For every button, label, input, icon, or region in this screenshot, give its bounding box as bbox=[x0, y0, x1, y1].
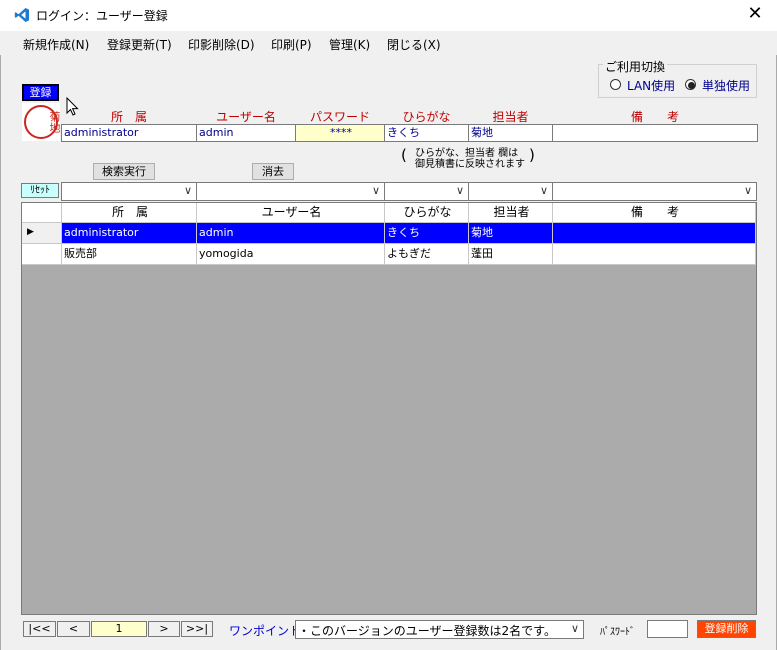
close-button[interactable]: ✕ bbox=[744, 3, 766, 25]
chevron-down-icon: ∨ bbox=[743, 184, 752, 197]
hint-bracket-right: ) bbox=[529, 146, 535, 164]
first-record-button[interactable]: |<< bbox=[23, 621, 56, 637]
department-filter[interactable]: ∨ bbox=[61, 182, 197, 201]
username-input[interactable]: admin bbox=[196, 124, 296, 142]
tip-text: ・このバージョンのユーザー登録数は2名です。 bbox=[298, 624, 556, 638]
grid-header-department[interactable]: 所 属 bbox=[62, 203, 197, 223]
window-title: ログイン：ユーザー登録 bbox=[36, 9, 168, 23]
header-note: 備 考 bbox=[630, 110, 679, 124]
menu-admin[interactable]: 管理(K) bbox=[329, 36, 370, 53]
note-input[interactable] bbox=[552, 124, 758, 142]
lan-radio-label[interactable]: LAN使用 bbox=[627, 77, 675, 94]
hiragana-filter[interactable]: ∨ bbox=[384, 182, 469, 201]
chevron-down-icon: ∨ bbox=[570, 622, 579, 635]
seal-text: 菊地 bbox=[48, 111, 61, 133]
chevron-down-icon: ∨ bbox=[183, 184, 192, 197]
password-input[interactable]: **** bbox=[295, 124, 385, 142]
chevron-down-icon: ∨ bbox=[455, 184, 464, 197]
standalone-radio[interactable] bbox=[685, 79, 696, 90]
footer-password-label: ﾊﾟｽﾜｰﾄﾞ bbox=[600, 627, 635, 638]
tip-dropdown[interactable]: ・このバージョンのユーザー登録数は2名です。 ∨ bbox=[295, 620, 584, 639]
menu-print[interactable]: 印刷(P) bbox=[271, 36, 312, 53]
row-selector[interactable]: ▶ bbox=[22, 223, 62, 244]
hint-bracket-left: ( bbox=[401, 146, 407, 164]
row-pointer-icon: ▶ bbox=[27, 227, 34, 237]
username-filter[interactable]: ∨ bbox=[196, 182, 385, 201]
row-department[interactable]: administrator bbox=[62, 223, 197, 244]
row-person[interactable]: 蓬田 bbox=[469, 244, 553, 265]
header-hiragana: ひらがな bbox=[402, 110, 451, 124]
hiragana-input[interactable]: きくち bbox=[384, 124, 469, 142]
header-username: ユーザー名 bbox=[216, 110, 276, 124]
department-input[interactable]: administrator bbox=[61, 124, 197, 142]
clear-button[interactable]: 消去 bbox=[252, 163, 294, 180]
search-button[interactable]: 検索実行 bbox=[93, 163, 155, 180]
hint-line-2: 御見積書に反映されます bbox=[415, 159, 525, 170]
header-password: パスワード bbox=[309, 110, 370, 124]
delete-registration-button[interactable]: 登録削除 bbox=[697, 620, 756, 638]
lan-radio[interactable] bbox=[610, 79, 621, 90]
menu-new[interactable]: 新規作成(N) bbox=[23, 36, 89, 53]
row-selector[interactable] bbox=[22, 244, 62, 265]
note-filter[interactable]: ∨ bbox=[552, 182, 757, 201]
chevron-down-icon: ∨ bbox=[539, 184, 548, 197]
chevron-down-icon: ∨ bbox=[371, 184, 380, 197]
register-button[interactable]: 登録 bbox=[22, 84, 59, 101]
standalone-radio-label[interactable]: 単独使用 bbox=[702, 77, 750, 94]
next-record-button[interactable]: > bbox=[148, 621, 180, 637]
menu-update[interactable]: 登録更新(T) bbox=[107, 36, 172, 53]
person-input[interactable]: 菊地 bbox=[468, 124, 553, 142]
grid-header-hiragana[interactable]: ひらがな bbox=[385, 203, 469, 223]
footer-password-input[interactable] bbox=[647, 620, 688, 638]
row-username[interactable]: admin bbox=[197, 223, 385, 244]
row-department[interactable]: 販売部 bbox=[62, 244, 197, 265]
row-username[interactable]: yomogida bbox=[197, 244, 385, 265]
page-number: 1 bbox=[91, 621, 147, 637]
row-hiragana[interactable]: きくち bbox=[385, 223, 469, 244]
person-filter[interactable]: ∨ bbox=[468, 182, 553, 201]
seal-image: 菊地 bbox=[22, 103, 61, 141]
reset-button[interactable]: ﾘｾｯﾄ bbox=[21, 183, 59, 198]
grid-header-person[interactable]: 担当者 bbox=[469, 203, 553, 223]
row-note[interactable] bbox=[553, 223, 756, 244]
title-bar: ログイン：ユーザー登録 ✕ bbox=[0, 0, 777, 30]
header-person: 担当者 bbox=[492, 110, 529, 124]
grid-header-username[interactable]: ユーザー名 bbox=[197, 203, 385, 223]
user-grid[interactable]: 所 属 ユーザー名 ひらがな 担当者 備 考 ▶ administrator a… bbox=[21, 202, 757, 615]
menu-close[interactable]: 閉じる(X) bbox=[387, 36, 441, 53]
row-person[interactable]: 菊地 bbox=[469, 223, 553, 244]
row-hiragana[interactable]: よもぎだ bbox=[385, 244, 469, 265]
grid-header-note[interactable]: 備 考 bbox=[553, 203, 756, 223]
menu-delete-seal[interactable]: 印影削除(D) bbox=[188, 36, 255, 53]
app-icon bbox=[14, 8, 29, 22]
last-record-button[interactable]: >>| bbox=[181, 621, 213, 637]
tip-label: ワンポイント: bbox=[229, 624, 306, 638]
prev-record-button[interactable]: < bbox=[57, 621, 90, 637]
grid-header-corner bbox=[22, 203, 62, 223]
header-department: 所 属 bbox=[110, 110, 147, 124]
row-note[interactable] bbox=[553, 244, 756, 265]
mode-group-label: ご利用切換 bbox=[603, 58, 668, 75]
menu-bar: 新規作成(N) 登録更新(T) 印影削除(D) 印刷(P) 管理(K) 閉じる(… bbox=[0, 31, 777, 55]
